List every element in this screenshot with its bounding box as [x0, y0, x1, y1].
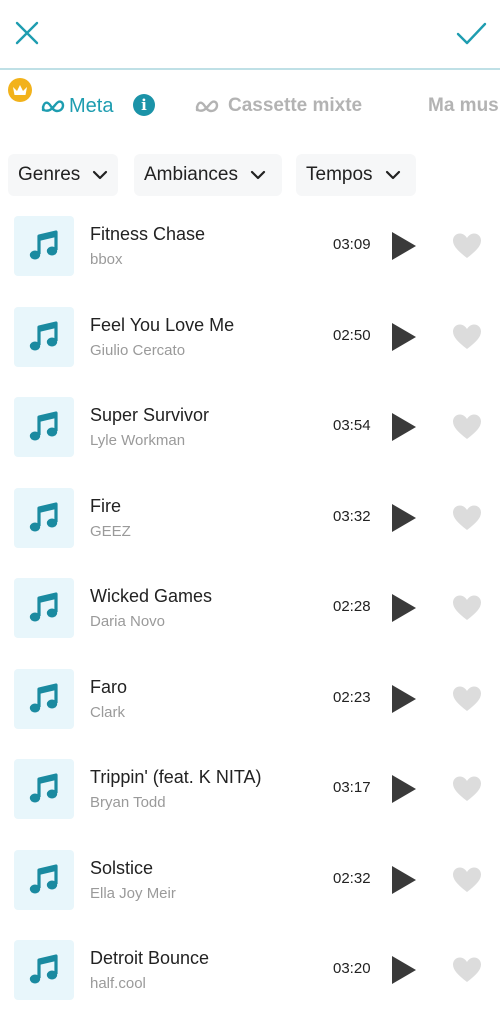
play-icon[interactable] [390, 683, 418, 715]
heart-icon[interactable] [452, 232, 482, 260]
track-list: Fitness Chase bbox 03:09 Feel You Love Me Gi… [0, 200, 500, 1015]
play-icon[interactable] [390, 230, 418, 262]
track-artist: Clark [90, 703, 126, 721]
tab-cassette-label: Cassette mixte [228, 95, 363, 116]
music-note-icon [14, 759, 74, 819]
track-title: Feel You Love Me [90, 314, 235, 335]
heart-icon[interactable] [452, 685, 482, 713]
tab-ma-musique[interactable]: Ma mus [428, 94, 499, 118]
track-artist: Daria Novo [90, 613, 166, 630]
tab-meta[interactable]: Meta [40, 94, 113, 118]
ambiances-label: Ambiances [144, 164, 238, 185]
genres-dropdown[interactable]: Genres [8, 154, 118, 196]
track-row[interactable]: Feel You Love Me Giulio Cercato 02:50 [0, 291, 500, 382]
chevron-down-icon [385, 170, 400, 180]
track-title: Trippin' (feat. K NITA) [90, 767, 262, 787]
track-title: Fire [90, 495, 121, 516]
heart-icon[interactable] [452, 775, 482, 803]
heart-icon[interactable] [452, 956, 482, 984]
crown-icon [8, 78, 32, 102]
play-icon[interactable] [390, 411, 418, 443]
track-row[interactable]: Detroit Bounce half.cool 03:20 [0, 924, 500, 1015]
track-artist: Lyle Workman [90, 432, 186, 449]
track-title: Detroit Bounce [90, 948, 210, 968]
track-artist: bbox [90, 251, 123, 268]
music-note-icon [14, 940, 74, 1000]
track-title: Faro [90, 676, 128, 697]
music-note-icon [14, 668, 74, 729]
close-icon[interactable] [11, 17, 43, 49]
track-duration: 02:23 [333, 688, 371, 706]
track-duration: 03:54 [333, 417, 371, 434]
play-icon[interactable] [390, 592, 418, 624]
music-note-icon [14, 216, 74, 276]
meta-logo-icon [195, 100, 219, 113]
track-title: Solstice [90, 857, 154, 878]
track-artist: Bryan Todd [90, 794, 166, 811]
heart-icon[interactable] [452, 504, 482, 532]
ambiances-dropdown[interactable]: Ambiances [134, 154, 282, 196]
chevron-down-icon [93, 170, 108, 180]
source-tabs: Meta i Cassette mixte Ma mus [0, 72, 500, 136]
track-title: Wicked Games [90, 586, 213, 606]
track-duration: 02:28 [333, 598, 371, 615]
play-icon[interactable] [390, 864, 418, 896]
music-note-icon [14, 849, 74, 910]
track-duration: 02:50 [333, 326, 371, 344]
top-bar [0, 0, 500, 70]
play-icon[interactable] [390, 773, 418, 805]
heart-icon[interactable] [452, 413, 482, 441]
meta-logo-icon [41, 100, 65, 113]
check-icon[interactable] [455, 17, 487, 49]
music-note-icon [14, 397, 74, 457]
track-duration: 03:32 [333, 507, 371, 525]
filter-bar: Genres Ambiances Tempos [0, 154, 500, 196]
heart-icon[interactable] [452, 323, 482, 351]
track-row[interactable]: Solstice Ella Joy Meir 02:32 [0, 834, 500, 925]
track-artist: GEEZ [90, 522, 131, 540]
tab-meta-label: Meta [69, 94, 114, 117]
track-artist: Ella Joy Meir [90, 884, 176, 902]
tempos-label: Tempos [306, 164, 373, 185]
info-icon[interactable]: i [133, 94, 155, 116]
tempos-dropdown[interactable]: Tempos [296, 154, 416, 196]
genres-label: Genres [18, 164, 81, 185]
play-icon[interactable] [390, 502, 418, 534]
track-title: Fitness Chase [90, 224, 206, 244]
track-row[interactable]: Wicked Games Daria Novo 02:28 [0, 562, 500, 653]
track-row[interactable]: Fire GEEZ 03:32 [0, 472, 500, 563]
track-row[interactable]: Super Survivor Lyle Workman 03:54 [0, 381, 500, 472]
track-duration: 03:17 [333, 779, 371, 796]
track-artist: Giulio Cercato [90, 341, 186, 359]
music-note-icon [14, 306, 74, 367]
track-row[interactable]: Faro Clark 02:23 [0, 653, 500, 744]
track-duration: 02:32 [333, 869, 371, 887]
track-row[interactable]: Trippin' (feat. K NITA) Bryan Todd 03:17 [0, 743, 500, 834]
play-icon[interactable] [390, 321, 418, 353]
track-title: Super Survivor [90, 405, 210, 425]
tab-cassette-mixte[interactable]: Cassette mixte [194, 94, 362, 118]
music-note-icon [14, 487, 74, 548]
track-row[interactable]: Fitness Chase bbox 03:09 [0, 200, 500, 291]
heart-icon[interactable] [452, 594, 482, 622]
tab-ma-musique-label: Ma mus [428, 95, 499, 116]
track-duration: 03:09 [333, 236, 371, 253]
play-icon[interactable] [390, 954, 418, 986]
heart-icon[interactable] [452, 866, 482, 894]
chevron-down-icon [250, 170, 266, 180]
track-artist: half.cool [90, 975, 146, 992]
music-note-icon [14, 578, 74, 638]
track-duration: 03:20 [333, 960, 371, 977]
